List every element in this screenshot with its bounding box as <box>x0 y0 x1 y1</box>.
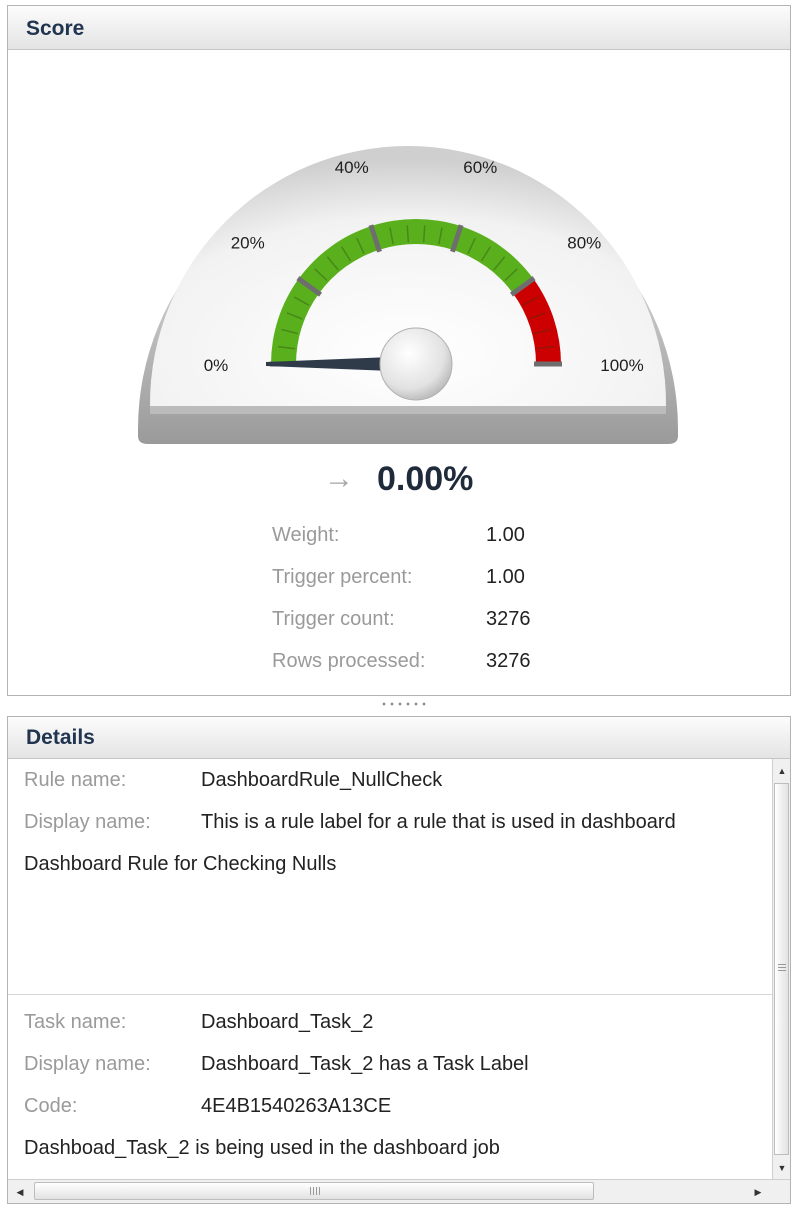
task-details: Task name: Dashboard_Task_2 Display name… <box>8 1011 774 1179</box>
scroll-down-arrow-icon[interactable]: ▼ <box>774 1158 790 1178</box>
gauge-tick-label: 60% <box>463 158 497 177</box>
gauge-tick-label: 0% <box>204 356 229 375</box>
scroll-up-arrow-icon[interactable]: ▲ <box>774 761 790 781</box>
gauge-tick-label: 80% <box>567 234 601 253</box>
gauge-tick-label: 100% <box>600 356 643 375</box>
trigger-percent-label: Trigger percent: <box>272 566 413 588</box>
details-content: Rule name: DashboardRule_NullCheck Displ… <box>8 759 774 1180</box>
task-code-label: Code: <box>24 1095 78 1117</box>
gauge-tick-label: 20% <box>231 234 265 253</box>
trigger-count-value: 3276 <box>486 608 531 630</box>
details-panel: Details Rule name: DashboardRule_NullChe… <box>7 716 791 1204</box>
task-name-value: Dashboard_Task_2 <box>201 1011 374 1033</box>
task-code-value: 4E4B1540263A13CE <box>201 1095 392 1117</box>
score-gauge: 0% 20% 40% 60% 80% 100% <box>138 146 678 445</box>
rule-display-name-label: Display name: <box>24 811 151 833</box>
rule-display-name-value: This is a rule label for a rule that is … <box>201 811 676 833</box>
gauge-base-shadow <box>150 406 666 414</box>
scroll-right-arrow-icon[interactable]: ▶ <box>750 1182 766 1202</box>
scroll-left-arrow-icon[interactable]: ◀ <box>12 1182 28 1202</box>
trigger-count-label: Trigger count: <box>272 608 395 630</box>
details-separator <box>8 994 774 995</box>
gauge-tick-label: 40% <box>335 158 369 177</box>
horizontal-scrollbar[interactable]: ◀ ▶ <box>8 1179 790 1203</box>
task-display-name-label: Display name: <box>24 1053 151 1075</box>
score-panel-title: Score <box>8 6 790 50</box>
weight-value: 1.00 <box>486 524 525 546</box>
rule-name-row: Rule name: DashboardRule_NullCheck <box>8 769 774 811</box>
weight-label: Weight: <box>272 524 340 546</box>
rule-details: Rule name: DashboardRule_NullCheck Displ… <box>8 769 774 895</box>
score-panel: Score 0% 20% 40% 60% 80% 100% → 0.00% We… <box>7 5 791 696</box>
right-arrow-icon: → <box>324 462 354 495</box>
task-name-row: Task name: Dashboard_Task_2 <box>8 1011 774 1053</box>
task-description: Dashboad_Task_2 is being used in the das… <box>24 1137 500 1159</box>
trigger-percent-value: 1.00 <box>486 566 525 588</box>
rule-description-row: Dashboard Rule for Checking Nulls <box>8 853 774 895</box>
horizontal-scroll-thumb[interactable] <box>34 1182 594 1200</box>
panel-splitter-handle[interactable] <box>380 701 430 707</box>
gauge-minor-tick <box>406 225 410 243</box>
task-name-label: Task name: <box>24 1011 127 1033</box>
task-description-row: Dashboad_Task_2 is being used in the das… <box>8 1137 774 1179</box>
details-panel-title: Details <box>8 717 790 759</box>
gauge-hub <box>379 327 453 401</box>
rule-name-label: Rule name: <box>24 769 127 791</box>
score-summary: → 0.00% <box>8 458 792 506</box>
task-display-name-value: Dashboard_Task_2 has a Task Label <box>201 1053 529 1075</box>
grip-icon <box>310 1187 320 1195</box>
gauge-minor-tick <box>422 225 426 243</box>
task-code-row: Code: 4E4B1540263A13CE <box>8 1095 774 1137</box>
vertical-scroll-thumb[interactable] <box>774 783 789 1155</box>
grip-icon <box>778 964 786 972</box>
rule-display-name-row: Display name: This is a rule label for a… <box>8 811 774 853</box>
rule-name-value: DashboardRule_NullCheck <box>201 769 443 791</box>
vertical-scrollbar[interactable]: ▲ ▼ <box>772 759 790 1180</box>
score-value: 0.00% <box>377 460 474 498</box>
rows-processed-value: 3276 <box>486 650 531 672</box>
rows-processed-label: Rows processed: <box>272 650 426 672</box>
task-display-name-row: Display name: Dashboard_Task_2 has a Tas… <box>8 1053 774 1095</box>
rule-description: Dashboard Rule for Checking Nulls <box>24 853 337 875</box>
